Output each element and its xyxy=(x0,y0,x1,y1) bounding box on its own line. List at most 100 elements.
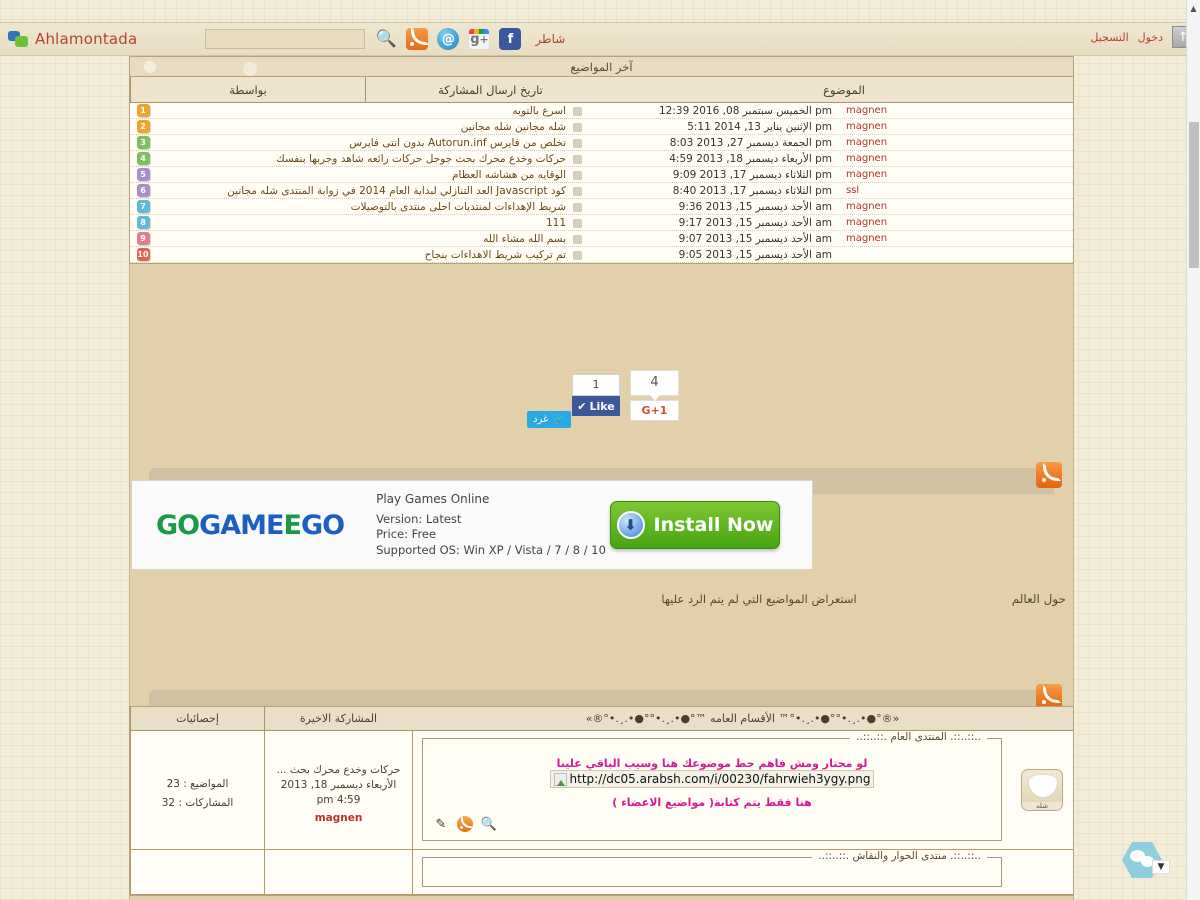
broken-image-url: http://dc05.arabsh.com/i/00230/fahrwieh3… xyxy=(549,770,875,788)
scrollbar-thumb[interactable] xyxy=(1189,122,1199,268)
forum-last-post xyxy=(264,850,412,894)
stat-posts: المشاركات : 32 xyxy=(161,797,234,809)
topic-subject[interactable]: الوقايه من هشاشه العظام xyxy=(156,169,588,181)
rss-icon[interactable] xyxy=(406,27,430,50)
forum-title[interactable]: ..::..::. المنتدى العام .::..::.. xyxy=(850,731,987,743)
topic-bullet-icon xyxy=(573,122,582,132)
forum-description-line-2: هنا فقط يتم كتابة( مواضيع الاعضاء ) xyxy=(423,795,1001,809)
topic-author[interactable]: ssl xyxy=(838,185,1073,196)
table-row[interactable]: 9 بسم الله مشاء الله الأحد ديسمبر 15, 2013… xyxy=(130,231,1073,247)
scrollbar-up-arrow[interactable]: ▲ xyxy=(1187,0,1200,16)
email-icon[interactable]: @ xyxy=(437,28,460,50)
last-post-user[interactable]: magnen xyxy=(265,811,412,826)
column-header-by: بواسطة xyxy=(130,77,365,102)
facebook-icon[interactable]: f xyxy=(499,28,522,50)
forum-statistics xyxy=(130,850,264,894)
install-now-button[interactable]: ⬇ Install Now xyxy=(610,501,780,549)
topic-author[interactable]: magnen xyxy=(838,201,1073,212)
brand[interactable]: Ahlamontada xyxy=(8,30,137,48)
table-row[interactable]: 6 كود Javascript العد التنازلي لبداية الع… xyxy=(130,183,1073,199)
topic-subject[interactable]: حركات وخدع محرك بحث جوجل حركات رائعه شاه… xyxy=(156,153,588,165)
rss-icon[interactable] xyxy=(457,815,474,832)
topic-bullet-icon xyxy=(573,170,582,180)
topic-subject[interactable]: بسم الله مشاء الله xyxy=(156,233,588,245)
advertisement-banner[interactable]: GOGAMEEGO Play Games Online Version: Lat… xyxy=(131,480,813,570)
last-post-time: 4:59 pm xyxy=(316,794,361,806)
header-icons: 🔍 @ g+ t f xyxy=(375,27,522,93)
forum-pink-text-1: لو محتار ومش فاهم حط موضوعك هنا وسيب الب… xyxy=(556,757,868,770)
twitter-tweet-button[interactable]: 🐦 غرد xyxy=(527,411,571,428)
topic-date: الثلاثاء ديسمبر 17, 2013 8:40 pm xyxy=(672,184,832,197)
vertical-scrollbar[interactable]: ▲ xyxy=(1186,0,1200,900)
topic-bullet-icon xyxy=(573,106,582,116)
table-row[interactable]: 4 حركات وخدع محرك بحث جوجل حركات رائعه شا… xyxy=(130,151,1073,167)
twitter-tweet-label: غرد xyxy=(533,414,549,425)
topic-author[interactable]: magnen xyxy=(838,105,1073,116)
around-the-world-label[interactable]: حول العالم xyxy=(1012,592,1066,606)
forum-row[interactable]: ..::..::. منتدى الحوار والنقاش .::..::.. xyxy=(130,850,1073,895)
unanswered-topics-strip: حول العالم استعراض المواضيع التي لم يتم … xyxy=(129,585,1074,613)
last-post-title: حركات وخدع محرك بحث ... xyxy=(276,764,401,776)
search-icon[interactable]: 🔍 xyxy=(481,816,497,832)
topic-author[interactable]: magnen xyxy=(838,121,1073,132)
table-row[interactable]: 5 الوقايه من هشاشه العظام الثلاثاء ديسمبر … xyxy=(130,167,1073,183)
forum-table-header: إحصائيات المشاركة الاخيرة «®°●•.¸.•°°●•.… xyxy=(130,707,1073,731)
topic-subject[interactable]: تخلص من فايرس Autorun.inf بدون انتى فاير… xyxy=(156,137,588,149)
topic-author[interactable]: magnen xyxy=(838,153,1073,164)
ad-line-4: Supported OS: Win XP / Vista / 7 / 8 / 1… xyxy=(376,542,606,557)
ad-line-3: Price: Free xyxy=(376,527,437,541)
topic-number: 6 xyxy=(130,184,156,197)
forum-box: ..::..::. منتدى الحوار والنقاش .::..::.. xyxy=(422,850,1002,887)
cart-icon[interactable]: ▼ xyxy=(1152,860,1170,874)
topic-date: الجمعة ديسمبر 27, 2013 8:03 pm xyxy=(669,136,832,149)
table-row[interactable]: 2 شله مجانين شله مجانين الإثنين يناير 13, … xyxy=(130,119,1073,135)
table-row[interactable]: 10 تم تركيب شريط الاهداءات بنجاح الأحد ديس… xyxy=(130,247,1073,263)
forum-row[interactable]: المواضيع : 23 المشاركات : 32 حركات وخدع مح… xyxy=(130,731,1073,850)
topic-subject[interactable]: شريط الإهداءات لمنتديات احلى منتدى بالتو… xyxy=(156,201,588,213)
column-header-last-post: المشاركة الاخيرة xyxy=(264,707,412,730)
view-unanswered-topics-link[interactable]: استعراض المواضيع التي لم يتم الرد عليها xyxy=(661,592,856,606)
download-icon: ⬇ xyxy=(616,511,645,539)
twitter-bird-icon: 🐦 xyxy=(552,414,565,425)
topic-number: 1 xyxy=(130,104,156,117)
latest-topics-header: بواسطة تاريخ ارسال المشاركة الموضوع xyxy=(130,77,1073,103)
facebook-like-widget[interactable]: 1 ✔ Like xyxy=(572,374,620,416)
chat-widget[interactable]: ▼ xyxy=(1122,842,1170,882)
topic-date: الأحد ديسمبر 15, 2013 9:17 am xyxy=(678,216,832,229)
gplus-button[interactable]: G+1 xyxy=(630,400,679,421)
search-input[interactable] xyxy=(205,29,366,49)
forum-folder-icon: شله xyxy=(1021,769,1063,811)
forum-tools: ✎ 🔍 xyxy=(433,815,497,832)
topic-author[interactable]: magnen xyxy=(838,137,1073,148)
table-row[interactable]: 7 شريط الإهداءات لمنتديات احلى منتدى بالت… xyxy=(130,199,1073,215)
facebook-like-button[interactable]: ✔ Like xyxy=(572,396,620,416)
google-plus-icon[interactable]: g + xyxy=(468,28,491,50)
social-share-row: 1 ✔ Like 4 G+1 🐦 غرد xyxy=(129,358,1074,444)
topic-subject[interactable]: اسرع بالتوبه xyxy=(156,105,588,117)
google-plus-widget[interactable]: 4 G+1 xyxy=(630,370,679,421)
search-icon[interactable]: 🔍 xyxy=(375,28,397,50)
latest-topics-table: آخر المواضيع بواسطة تاريخ ارسال المشاركة… xyxy=(129,56,1074,264)
forum-title[interactable]: ..::..::. منتدى الحوار والنقاش .::..::.. xyxy=(812,850,987,862)
topic-date: الأحد ديسمبر 15, 2013 9:07 am xyxy=(678,232,832,245)
share-label: شاطر xyxy=(535,32,566,46)
rss-icon[interactable] xyxy=(1036,462,1062,488)
topic-bullet-icon xyxy=(573,154,582,164)
topic-author[interactable]: magnen xyxy=(838,217,1073,228)
topic-author[interactable]: magnen xyxy=(838,233,1073,244)
table-row[interactable]: 1 اسرع بالتوبه الخميس سبتمبر 08, 2016 12:3… xyxy=(130,103,1073,119)
logo-part-3: E xyxy=(283,509,302,541)
topic-subject[interactable]: 111 xyxy=(156,217,588,229)
forum-statistics: المواضيع : 23 المشاركات : 32 xyxy=(130,731,264,849)
topic-subject[interactable]: كود Javascript العد التنازلي لبداية العا… xyxy=(156,185,588,197)
latest-topics-body: 1 اسرع بالتوبه الخميس سبتمبر 08, 2016 12:3… xyxy=(130,103,1073,263)
topic-subject[interactable]: شله مجانين شله مجانين xyxy=(156,121,588,133)
topic-number: 7 xyxy=(130,200,156,213)
register-link[interactable]: التسجيل xyxy=(1090,31,1128,44)
edit-icon[interactable]: ✎ xyxy=(433,816,449,832)
topic-author[interactable]: magnen xyxy=(838,169,1073,180)
topic-subject[interactable]: تم تركيب شريط الاهداءات بنجاح xyxy=(156,249,588,261)
login-link[interactable]: دخول xyxy=(1138,31,1163,44)
table-row[interactable]: 3 تخلص من فايرس Autorun.inf بدون انتى فاي… xyxy=(130,135,1073,151)
table-row[interactable]: 8 111 الأحد ديسمبر 15, 2013 9:17 am magnen xyxy=(130,215,1073,231)
